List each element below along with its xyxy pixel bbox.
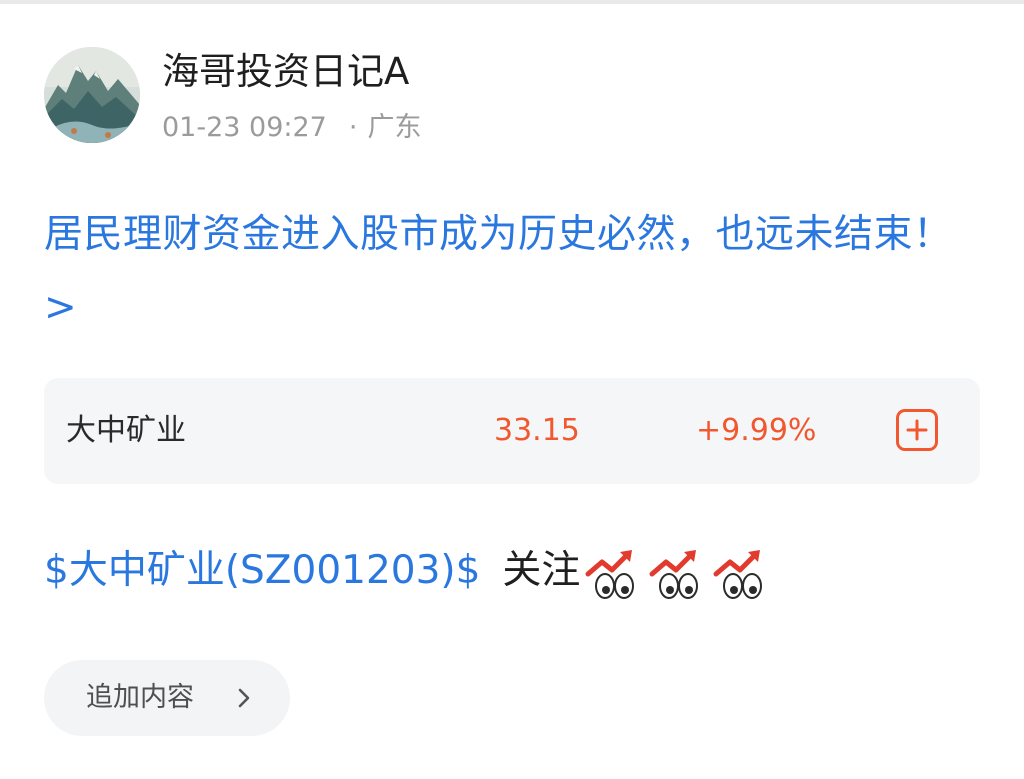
top-divider	[0, 0, 1024, 4]
chart-up-eyes-emoji	[585, 549, 635, 599]
meta-separator: ·	[348, 112, 358, 143]
stock-price: 33.15	[494, 413, 580, 448]
emoji-row	[580, 548, 772, 599]
stock-card[interactable]: 大中矿业 33.15 +9.99%	[44, 378, 980, 484]
append-content-label: 追加内容	[86, 682, 194, 713]
post-body: $大中矿业(SZ001203)$ 关注	[44, 536, 772, 606]
add-watchlist-button[interactable]	[896, 409, 938, 451]
post-headline-link[interactable]: 居民理财资金进入股市成为历史必然，也远未结束！ >	[44, 198, 989, 344]
append-content-button[interactable]: 追加内容	[44, 660, 290, 736]
body-text: 关注	[502, 548, 581, 593]
chart-up-eyes-emoji	[713, 549, 763, 599]
post-time: 01-23 09:27	[162, 112, 327, 143]
stock-change: +9.99%	[696, 413, 817, 448]
author-name[interactable]: 海哥投资日记A	[162, 44, 409, 100]
chart-up-eyes-emoji	[649, 549, 699, 599]
plus-square-icon	[906, 419, 928, 441]
avatar[interactable]	[44, 47, 140, 143]
stock-tag-link[interactable]: $大中矿业(SZ001203)$	[44, 548, 480, 593]
stock-name: 大中矿业	[66, 413, 186, 448]
post-location: 广东	[367, 112, 422, 143]
post-meta: 01-23 09:27 · 广东	[162, 108, 421, 148]
chevron-right-icon	[238, 688, 250, 708]
